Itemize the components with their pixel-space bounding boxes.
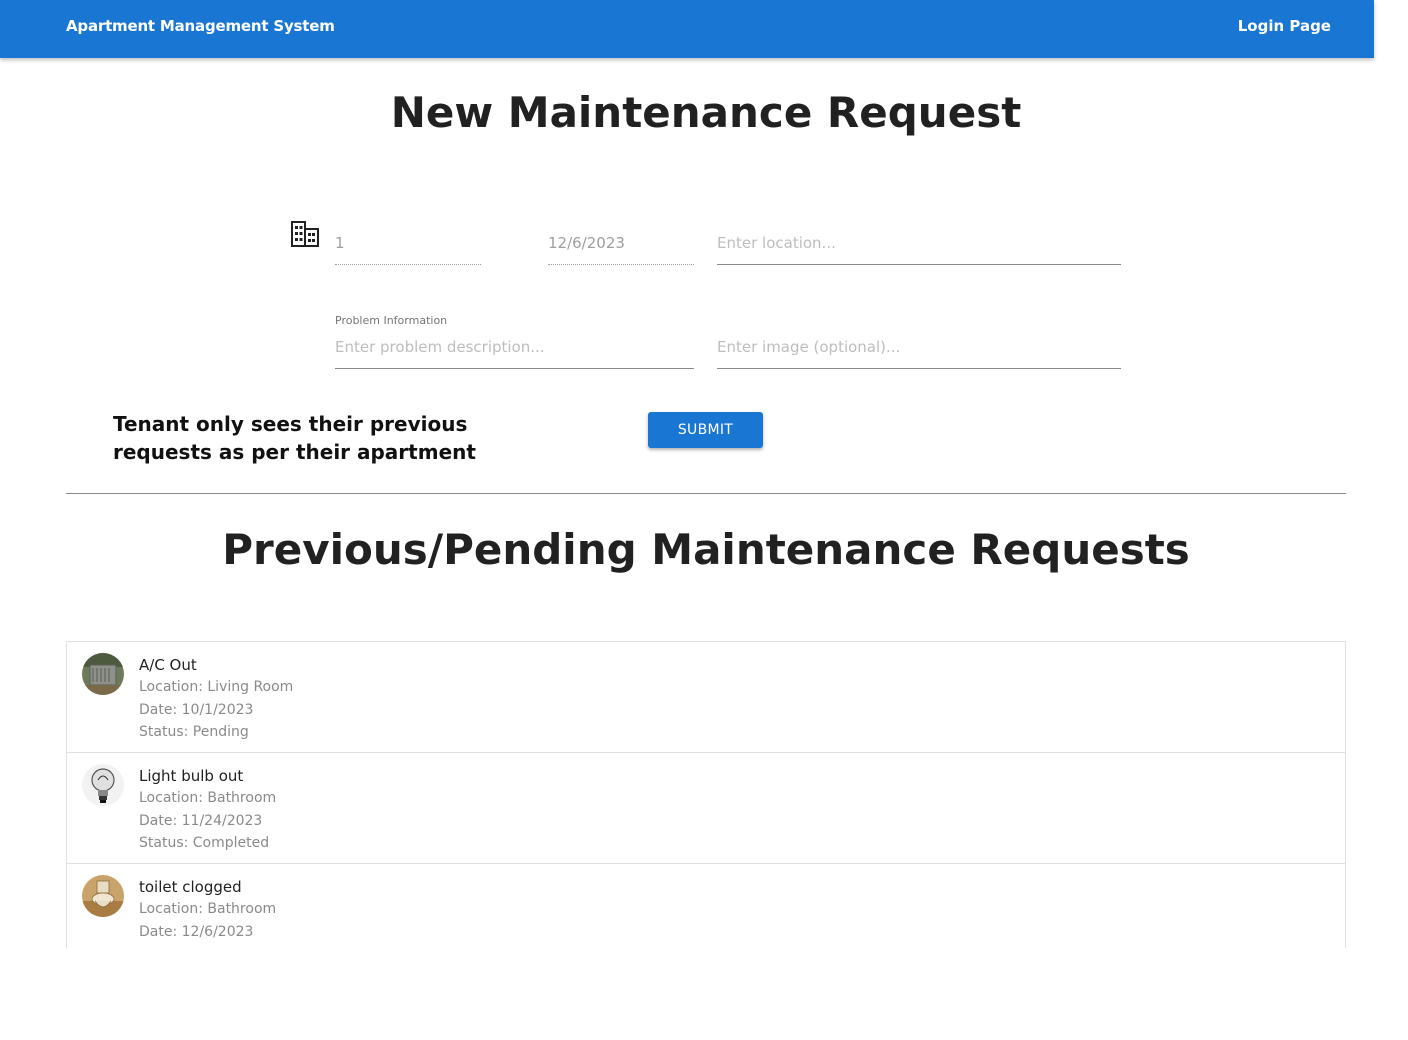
request-location: Location: Bathroom (139, 790, 277, 806)
problem-description-input[interactable] (335, 336, 694, 358)
light-bulb-thumbnail (82, 764, 124, 806)
building-icon (291, 221, 319, 247)
date-field (548, 232, 694, 265)
login-page-link[interactable]: Login Page (1238, 17, 1331, 35)
request-location: Location: Living Room (139, 679, 294, 695)
problem-information-label: Problem Information (335, 314, 448, 327)
list-item[interactable]: toilet clogged Location: Bathroom Date: … (67, 864, 1345, 948)
image-field (717, 336, 1121, 369)
list-item[interactable]: Light bulb out Location: Bathroom Date: … (67, 753, 1345, 864)
location-field (717, 232, 1121, 265)
request-status: Status: Completed (139, 835, 270, 851)
new-request-title: New Maintenance Request (390, 88, 1022, 137)
tenant-visibility-note: Tenant only sees their previous requests… (113, 412, 476, 464)
submit-button[interactable]: SUBMIT (648, 412, 763, 448)
list-item[interactable]: A/C Out Location: Living Room Date: 10/1… (67, 642, 1345, 753)
date-input[interactable] (548, 232, 694, 254)
request-status: Status: Pending (139, 724, 249, 740)
image-input[interactable] (717, 336, 1121, 358)
app-brand: Apartment Management System (66, 17, 335, 35)
request-location: Location: Bathroom (139, 901, 277, 917)
previous-requests-title: Previous/Pending Maintenance Requests (222, 525, 1190, 574)
apartment-number-input[interactable] (335, 232, 481, 254)
request-title: toilet clogged (139, 878, 242, 896)
request-title: Light bulb out (139, 767, 244, 785)
apartment-number-field (335, 232, 481, 265)
app-bar: Apartment Management System Login Page (0, 0, 1374, 58)
section-divider (66, 493, 1346, 494)
location-input[interactable] (717, 232, 1121, 254)
ac-unit-thumbnail (82, 653, 124, 695)
requests-list: A/C Out Location: Living Room Date: 10/1… (66, 641, 1346, 948)
problem-description-field: Problem Information (335, 314, 694, 369)
request-date: Date: 12/6/2023 (139, 923, 254, 940)
request-title: A/C Out (139, 656, 197, 674)
request-date: Date: 11/24/2023 (139, 812, 263, 829)
toilet-thumbnail (82, 875, 124, 917)
request-date: Date: 10/1/2023 (139, 701, 254, 718)
